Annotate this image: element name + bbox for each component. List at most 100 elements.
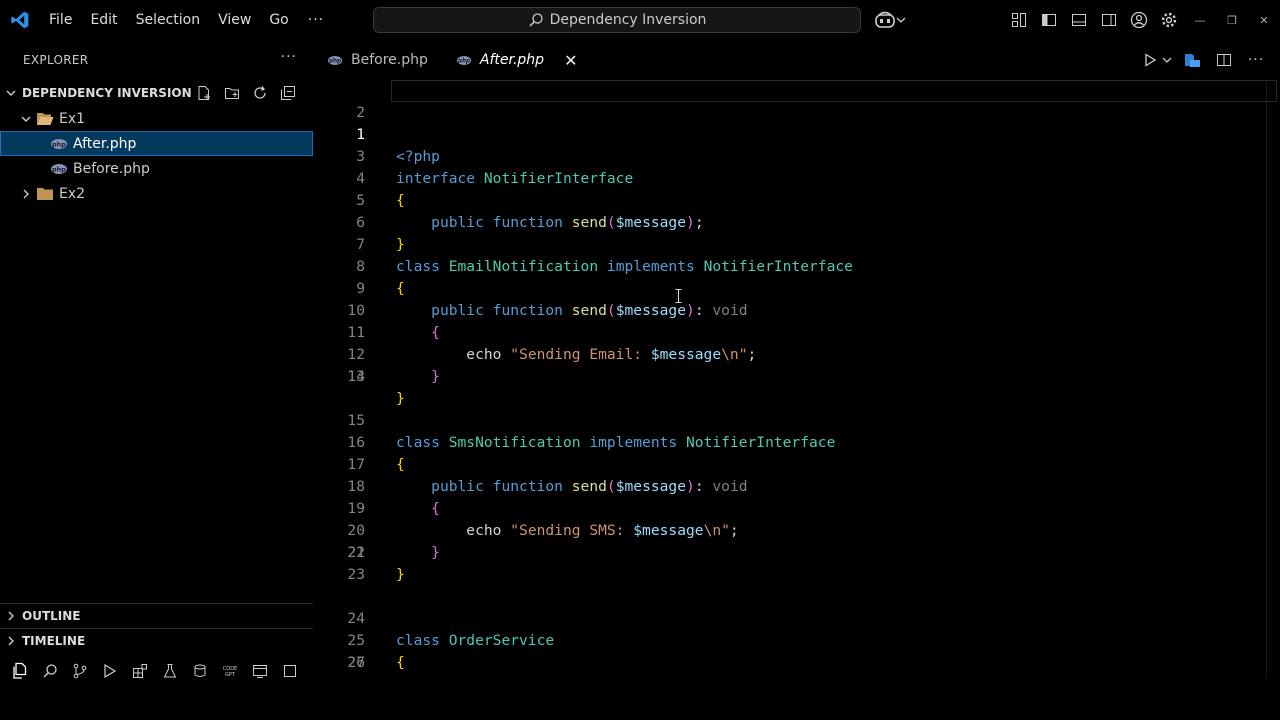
code-line: 13 } bbox=[313, 344, 1280, 407]
menu-view[interactable]: View bbox=[209, 0, 260, 40]
close-icon[interactable]: ✕ bbox=[564, 51, 577, 70]
restore-icon[interactable]: ❐ bbox=[1216, 0, 1248, 40]
explorer-title: EXPLORER bbox=[23, 53, 89, 67]
tree-file-before-php[interactable]: php Before.php bbox=[0, 156, 313, 181]
layout-customize-icon[interactable] bbox=[1004, 0, 1034, 40]
tree-label: After.php bbox=[73, 135, 137, 152]
code-line: 25 { bbox=[313, 608, 1280, 671]
code-line: 26 protected NotifierInterface $notifier… bbox=[313, 630, 1280, 677]
line-number: 2 bbox=[356, 104, 365, 121]
tab-before-php[interactable]: php Before.php bbox=[313, 40, 442, 80]
text-cursor-icon bbox=[675, 289, 682, 303]
svg-text:php: php bbox=[52, 140, 66, 148]
search-icon bbox=[529, 13, 543, 27]
code-line: 6 } bbox=[313, 190, 1280, 253]
php-file-icon: php bbox=[48, 138, 70, 150]
editor-tabs: php Before.php php After.php ✕ ··· bbox=[313, 40, 1280, 80]
code-line: 14 bbox=[313, 366, 1280, 388]
code-line: 5 public function send($message); bbox=[313, 168, 1280, 231]
code-line: public function __construct(NotifierInte… bbox=[313, 674, 1280, 677]
tree-folder-ex2[interactable]: Ex2 bbox=[0, 181, 313, 206]
svg-text:php: php bbox=[457, 58, 470, 64]
remote-explorer-icon[interactable] bbox=[249, 660, 271, 682]
editor-actions: ··· bbox=[1138, 40, 1268, 80]
current-line-highlight bbox=[391, 80, 1277, 102]
code-line: 23 bbox=[313, 564, 1280, 586]
code-icon[interactable]: CODE GPT bbox=[219, 660, 241, 682]
timeline-section-header[interactable]: TIMELINE bbox=[0, 628, 313, 653]
split-editor-icon[interactable] bbox=[1212, 48, 1236, 72]
code-line: 3 interface NotifierInterface bbox=[313, 124, 1280, 187]
code-line: 2 bbox=[313, 102, 1280, 124]
search-icon[interactable] bbox=[39, 660, 61, 682]
code-line: 24 class OrderService bbox=[313, 586, 1280, 649]
explorer-sidebar: EXPLORER ··· DEPENDENCY INVERSION Ex1 ph… bbox=[0, 40, 313, 720]
chevron-right-icon bbox=[0, 610, 22, 622]
code-line: 4 { bbox=[313, 146, 1280, 209]
code-line: 27 bbox=[313, 652, 1280, 674]
tab-label: After.php bbox=[479, 52, 545, 68]
new-file-icon[interactable] bbox=[193, 82, 215, 104]
chevron-down-icon[interactable] bbox=[1162, 48, 1172, 72]
code-line: 9 public function send($message): void bbox=[313, 256, 1280, 319]
testing-icon[interactable] bbox=[159, 660, 181, 682]
gear-icon[interactable] bbox=[1154, 0, 1184, 40]
code-line: 12 } bbox=[313, 322, 1280, 385]
code-line: 15 class SmsNotification implements Noti… bbox=[313, 388, 1280, 451]
code-editor[interactable]: 1 <?php 2 3 interface NotifierInterface … bbox=[313, 80, 1280, 677]
code-line: 7 class EmailNotification implements Not… bbox=[313, 212, 1280, 275]
command-center-search[interactable]: Dependency Inversion bbox=[373, 7, 861, 33]
code-line: 19 echo "Sending SMS: $message\n"; bbox=[313, 476, 1280, 539]
chevron-right-icon bbox=[18, 188, 34, 200]
line-number: 14 bbox=[347, 368, 365, 385]
tree-label: Before.php bbox=[73, 160, 150, 177]
project-section-header[interactable]: DEPENDENCY INVERSION bbox=[0, 80, 313, 106]
toggle-panel-icon[interactable] bbox=[1064, 0, 1094, 40]
run-debug-icon[interactable] bbox=[99, 660, 121, 682]
chevron-down-icon bbox=[896, 17, 906, 23]
php-file-icon: php bbox=[327, 55, 343, 66]
vertical-scrollbar[interactable] bbox=[1266, 80, 1280, 677]
search-label: Dependency Inversion bbox=[549, 12, 707, 28]
tree-label: Ex1 bbox=[59, 110, 86, 127]
explorer-icon[interactable] bbox=[9, 660, 31, 682]
explorer-header: EXPLORER ··· bbox=[0, 40, 313, 80]
tab-after-php[interactable]: php After.php ✕ bbox=[442, 40, 592, 80]
refresh-icon[interactable] bbox=[249, 82, 271, 104]
toggle-primary-sidebar-icon[interactable] bbox=[1034, 0, 1064, 40]
tree-file-after-php[interactable]: php After.php bbox=[0, 131, 313, 156]
new-folder-icon[interactable] bbox=[221, 82, 243, 104]
close-window-icon[interactable]: ✕ bbox=[1248, 0, 1280, 40]
database-icon[interactable] bbox=[189, 660, 211, 682]
minimize-icon[interactable]: — bbox=[1184, 0, 1216, 40]
toggle-secondary-sidebar-icon[interactable] bbox=[1094, 0, 1124, 40]
title-bar: File Edit Selection View Go ··· Dependen… bbox=[0, 0, 1280, 40]
open-preview-icon[interactable] bbox=[1180, 48, 1204, 72]
chevron-right-icon bbox=[0, 635, 22, 647]
menu-bar: File Edit Selection View Go ··· bbox=[40, 0, 334, 40]
php-file-icon: php bbox=[456, 55, 472, 66]
source-control-icon[interactable] bbox=[69, 660, 91, 682]
code-line: 17 public function send($message): void bbox=[313, 432, 1280, 495]
menu-go[interactable]: Go bbox=[260, 0, 297, 40]
timeline-label: TIMELINE bbox=[22, 634, 86, 648]
tree-label: Ex2 bbox=[59, 185, 86, 202]
run-icon[interactable] bbox=[1138, 48, 1162, 72]
menu-file[interactable]: File bbox=[40, 0, 81, 40]
copilot-button[interactable] bbox=[874, 10, 910, 30]
panel-icon[interactable] bbox=[279, 660, 301, 682]
collapse-all-icon[interactable] bbox=[277, 82, 299, 104]
tree-folder-ex1[interactable]: Ex1 bbox=[0, 106, 313, 131]
explorer-more-button[interactable]: ··· bbox=[281, 49, 297, 65]
menu-selection[interactable]: Selection bbox=[127, 0, 210, 40]
menu-more-button[interactable]: ··· bbox=[298, 12, 334, 28]
outline-section-header[interactable]: OUTLINE bbox=[0, 603, 313, 628]
code-line: 16 { bbox=[313, 410, 1280, 473]
extensions-icon[interactable] bbox=[129, 660, 151, 682]
more-actions-icon[interactable]: ··· bbox=[1244, 48, 1268, 72]
titlebar-actions: — ❐ ✕ bbox=[1004, 0, 1280, 40]
svg-text:GPT: GPT bbox=[225, 672, 236, 678]
code-line: 11 echo "Sending Email: $message\n"; bbox=[313, 300, 1280, 363]
accounts-icon[interactable] bbox=[1124, 0, 1154, 40]
menu-edit[interactable]: Edit bbox=[81, 0, 126, 40]
